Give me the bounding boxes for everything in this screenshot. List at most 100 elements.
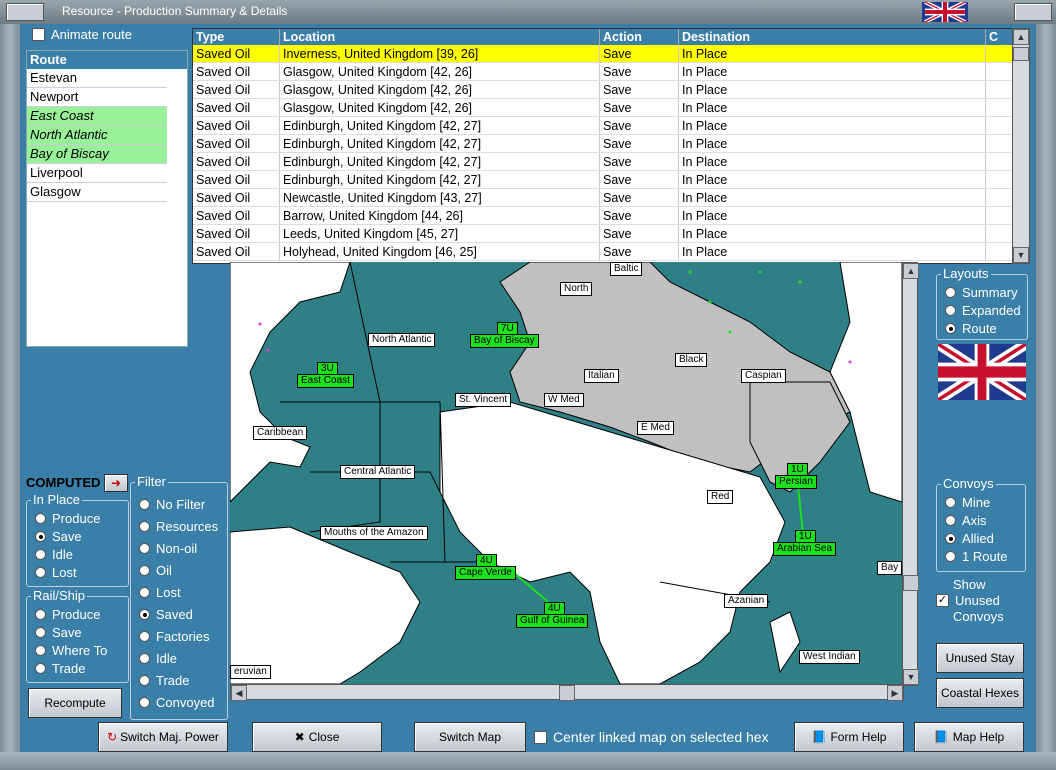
in-place-option[interactable]: Lost	[35, 565, 77, 580]
radio-button[interactable]	[35, 513, 46, 525]
unused-stay-button[interactable]: Unused Stay	[936, 643, 1024, 673]
route-list-item[interactable]: Liverpool	[27, 164, 167, 183]
radio-button[interactable]	[35, 627, 46, 639]
column-header-type[interactable]: Type	[193, 29, 280, 45]
radio-button[interactable]	[945, 305, 956, 317]
filter-option[interactable]: Convoyed	[139, 695, 215, 710]
checkbox-box[interactable]	[32, 28, 45, 42]
table-row[interactable]: Saved Oil Glasgow, United Kingdom [42, 26…	[193, 98, 1013, 117]
route-list-item[interactable]: Estevan	[27, 69, 167, 88]
checkbox-box[interactable]	[534, 730, 547, 744]
radio-button[interactable]	[35, 609, 46, 621]
map-help-button[interactable]: 📘 Map Help	[914, 722, 1024, 752]
route-list-item[interactable]: Newport	[27, 88, 167, 107]
scroll-thumb[interactable]	[1013, 47, 1029, 61]
layouts-option[interactable]: Expanded	[945, 303, 1021, 318]
table-row[interactable]: Saved Oil Leeds, United Kingdom [45, 27] S…	[193, 224, 1013, 243]
column-header-action[interactable]: Action	[599, 29, 679, 45]
column-header-c[interactable]: C	[985, 29, 1013, 45]
filter-option[interactable]: Non-oil	[139, 541, 197, 556]
radio-button[interactable]	[945, 533, 956, 545]
table-row[interactable]: Saved Oil Newcastle, United Kingdom [43, …	[193, 188, 1013, 207]
route-list-item[interactable]: Glasgow	[27, 183, 167, 202]
radio-button[interactable]	[139, 521, 150, 533]
scroll-down-icon[interactable]: ▼	[903, 669, 919, 685]
route-list-item[interactable]: North Atlantic	[27, 126, 167, 145]
table-row[interactable]: Saved Oil Inverness, United Kingdom [39, …	[193, 45, 1013, 63]
world-map[interactable]: Baltic North North Atlantic Black Caspia…	[230, 262, 902, 684]
table-row[interactable]: Saved Oil Glasgow, United Kingdom [42, 26…	[193, 62, 1013, 81]
filter-option[interactable]: Idle	[139, 651, 177, 666]
scroll-thumb[interactable]	[903, 575, 919, 591]
rail-ship-option[interactable]: Trade	[35, 661, 85, 676]
radio-button[interactable]	[139, 609, 150, 621]
in-place-option[interactable]: Save	[35, 529, 82, 544]
filter-option[interactable]: Factories	[139, 629, 209, 644]
arrow-right-icon[interactable]: ➜	[104, 474, 128, 492]
layouts-option[interactable]: Route	[945, 321, 997, 336]
filter-option[interactable]: No Filter	[139, 497, 205, 512]
animate-route-checkbox[interactable]: Animate route	[32, 27, 132, 42]
table-row[interactable]: Saved Oil Edinburgh, United Kingdom [42, …	[193, 170, 1013, 189]
radio-button[interactable]	[139, 631, 150, 643]
convoys-option[interactable]: Mine	[945, 495, 990, 510]
map-vertical-scrollbar[interactable]: ▲ ▼	[902, 262, 919, 686]
convoys-option[interactable]: 1 Route	[945, 549, 1008, 564]
filter-option[interactable]: Lost	[139, 585, 181, 600]
in-place-option[interactable]: Idle	[35, 547, 73, 562]
column-header-destination[interactable]: Destination	[678, 29, 986, 45]
scroll-left-icon[interactable]: ◀	[231, 685, 247, 701]
scroll-down-icon[interactable]: ▼	[1013, 247, 1029, 263]
system-menu-button[interactable]	[6, 3, 44, 21]
table-row[interactable]: Saved Oil Edinburgh, United Kingdom [42, …	[193, 116, 1013, 135]
scroll-up-icon[interactable]: ▲	[903, 263, 919, 279]
radio-button[interactable]	[35, 567, 46, 579]
radio-button[interactable]	[945, 551, 956, 563]
coastal-hexes-button[interactable]: Coastal Hexes	[936, 678, 1024, 708]
table-row[interactable]: Saved Oil Edinburgh, United Kingdom [42, …	[193, 152, 1013, 171]
table-row[interactable]: Saved Oil Edinburgh, United Kingdom [42, …	[193, 134, 1013, 153]
table-row[interactable]: Saved Oil Holyhead, United Kingdom [46, 2…	[193, 242, 1013, 261]
convoy-label[interactable]: Arabian Sea	[773, 542, 837, 556]
map-horizontal-scrollbar[interactable]: ◀ ▶	[230, 684, 904, 701]
checkbox-box[interactable]: ✓	[936, 594, 949, 608]
show-unused-checkbox[interactable]: ✓ Unused	[936, 593, 1000, 608]
radio-button[interactable]	[139, 499, 150, 511]
radio-button[interactable]	[35, 549, 46, 561]
close-window-button[interactable]	[1014, 3, 1052, 21]
form-help-button[interactable]: 📘 Form Help	[794, 722, 904, 752]
radio-button[interactable]	[139, 675, 150, 687]
layouts-option[interactable]: Summary	[945, 285, 1018, 300]
close-button[interactable]: ✖ Close	[252, 722, 382, 752]
table-row[interactable]: Saved Oil Barrow, United Kingdom [44, 26]…	[193, 206, 1013, 225]
filter-option[interactable]: Resources	[139, 519, 218, 534]
radio-button[interactable]	[35, 663, 46, 675]
rail-ship-option[interactable]: Save	[35, 625, 82, 640]
radio-button[interactable]	[35, 531, 46, 543]
convoy-label[interactable]: Cape Verde	[455, 566, 516, 580]
radio-button[interactable]	[945, 497, 956, 509]
filter-option[interactable]: Trade	[139, 673, 189, 688]
radio-button[interactable]	[945, 287, 956, 299]
radio-button[interactable]	[35, 645, 46, 657]
table-row[interactable]: Saved Oil Glasgow, United Kingdom [42, 26…	[193, 80, 1013, 99]
column-header-location[interactable]: Location	[279, 29, 600, 45]
rail-ship-option[interactable]: Where To	[35, 643, 107, 658]
recompute-button[interactable]: Recompute	[28, 688, 122, 718]
in-place-option[interactable]: Produce	[35, 511, 100, 526]
radio-button[interactable]	[139, 565, 150, 577]
convoy-label[interactable]: Gulf of Guinea	[516, 614, 589, 628]
center-linked-checkbox[interactable]: Center linked map on selected hex	[534, 729, 769, 745]
radio-button[interactable]	[139, 587, 150, 599]
switch-map-button[interactable]: Switch Map	[414, 722, 526, 752]
convoys-option[interactable]: Allied	[945, 531, 994, 546]
filter-option[interactable]: Oil	[139, 563, 172, 578]
convoy-label[interactable]: East Coast	[297, 374, 354, 388]
radio-button[interactable]	[139, 697, 150, 709]
route-list-item[interactable]: Bay of Biscay	[27, 145, 167, 164]
scroll-up-icon[interactable]: ▲	[1013, 29, 1029, 45]
convoys-option[interactable]: Axis	[945, 513, 987, 528]
table-vertical-scrollbar[interactable]: ▲ ▼	[1012, 28, 1030, 264]
radio-button[interactable]	[139, 543, 150, 555]
rail-ship-option[interactable]: Produce	[35, 607, 100, 622]
